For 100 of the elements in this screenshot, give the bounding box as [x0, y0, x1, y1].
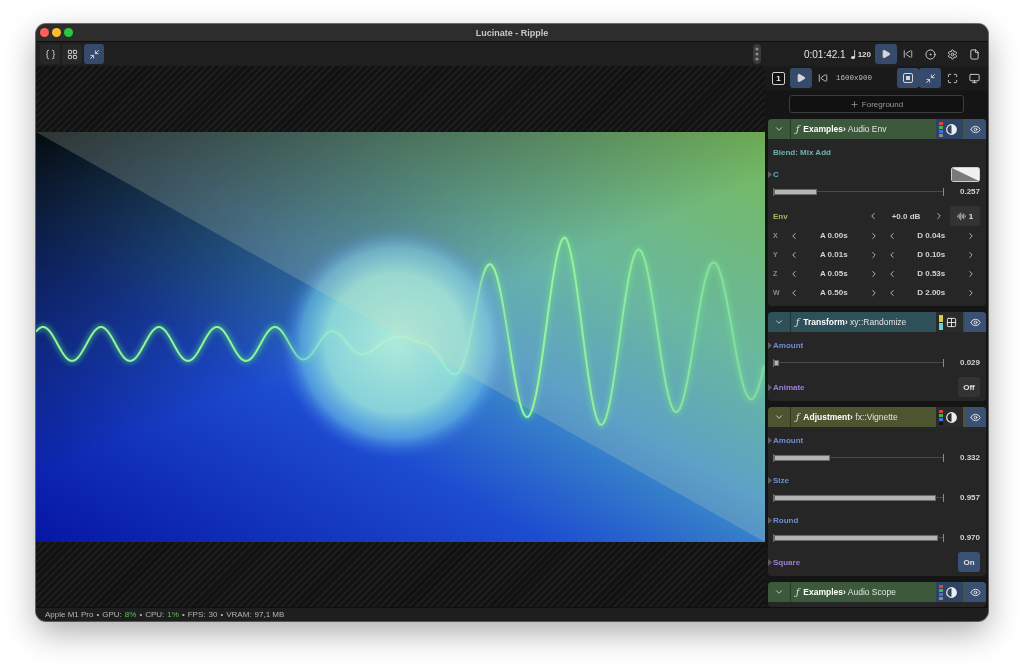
chevron-right-icon[interactable] [966, 287, 976, 298]
fit-frame-icon [903, 73, 913, 83]
param-label: Animate [773, 382, 805, 392]
play-button[interactable] [790, 68, 812, 88]
shrink-button[interactable] [84, 44, 104, 64]
param-value: 0.957 [958, 493, 980, 502]
visibility-button[interactable] [965, 407, 986, 427]
grid-icon [946, 316, 957, 328]
gradient-swatch-icon[interactable] [951, 167, 980, 182]
grid-button[interactable] [62, 44, 82, 64]
eye-icon [970, 586, 981, 598]
layer-title[interactable]: Transform› xy::Randomize [803, 317, 907, 327]
function-glyph: ƒ [796, 317, 800, 327]
layer-title[interactable]: Adjustment› fx::Vignette [803, 412, 898, 422]
status-label: FPS: [187, 610, 206, 619]
fit-button[interactable] [897, 68, 919, 88]
layer-title[interactable]: Examples› Audio Scope [803, 587, 896, 597]
visibility-button[interactable] [965, 119, 986, 139]
settings-icon[interactable] [946, 48, 958, 60]
layer-title[interactable]: Examples› Audio Env [803, 124, 887, 134]
param-label: Round [773, 516, 799, 525]
chevron-right-icon[interactable] [966, 268, 976, 279]
disclosure-triangle-icon[interactable] [768, 383, 772, 391]
param-value: 0.970 [958, 533, 980, 542]
status-value: 30 [208, 610, 218, 619]
separator-dot: • [139, 610, 143, 619]
contrast-icon [946, 123, 957, 135]
chevron-down-icon[interactable] [774, 587, 784, 597]
skip-back-icon[interactable] [903, 49, 913, 59]
chevron-down-icon[interactable] [774, 317, 784, 327]
slider-track[interactable] [773, 533, 944, 542]
param-label: Env [773, 211, 788, 221]
disclosure-triangle-icon[interactable] [768, 517, 772, 524]
chevron-left-icon[interactable] [868, 211, 878, 221]
contrast-icon [946, 586, 957, 598]
layer-mode-button[interactable] [936, 312, 963, 332]
eye-icon [970, 123, 981, 135]
close-button[interactable] [40, 28, 49, 37]
add-layer-button[interactable]: Foreground [789, 95, 964, 113]
status-value: 1% [167, 610, 179, 619]
chevron-down-icon[interactable] [774, 412, 784, 422]
shrink-icon [924, 72, 936, 84]
window-title: Lucinate - Ripple [475, 27, 549, 38]
minimize-button[interactable] [52, 28, 61, 37]
disclosure-triangle-icon[interactable] [768, 437, 772, 444]
param-label: Square [773, 557, 801, 567]
braces-icon [44, 48, 56, 60]
blend-mode-label[interactable]: Blend: Mix Add [773, 147, 831, 157]
skip-back-icon[interactable] [818, 73, 828, 83]
code-button[interactable] [40, 44, 60, 64]
tempo-value[interactable]: 120 [857, 49, 871, 59]
attack-value: A 0.01s [818, 250, 849, 259]
gain-value: +0.0 dB [890, 211, 922, 221]
toggle-button[interactable]: Off [958, 377, 980, 397]
chevron-right-icon[interactable] [966, 230, 976, 241]
function-glyph: ƒ [796, 412, 800, 422]
shrink-button[interactable] [919, 68, 941, 88]
chevron-right-icon[interactable] [966, 249, 976, 260]
attack-value: A 0.50s [818, 288, 849, 297]
decay-value: D 0.10s [916, 250, 947, 259]
visibility-button[interactable] [965, 312, 986, 332]
param-value: 0.029 [958, 358, 980, 367]
file-icon[interactable] [968, 48, 980, 60]
contrast-icon [946, 411, 957, 423]
decay-value: D 2.00s [916, 288, 947, 297]
status-label: CPU: [145, 610, 165, 619]
monitor-icon[interactable] [968, 72, 980, 84]
disclosure-triangle-icon[interactable] [768, 342, 772, 349]
fullscreen-icon[interactable] [946, 72, 958, 84]
zoom-button[interactable] [64, 28, 73, 37]
layer-mode-button[interactable] [936, 582, 963, 602]
param-label: Amount [773, 436, 804, 445]
param-label: Size [773, 476, 789, 485]
audio-channel-button[interactable]: 1 [950, 206, 980, 226]
chevron-left-icon[interactable] [789, 268, 799, 279]
waveform-icon [956, 211, 966, 221]
grid-icon [66, 48, 78, 60]
chevron-right-icon[interactable] [934, 211, 944, 221]
chevron-left-icon[interactable] [789, 287, 799, 298]
quarter-note-icon [850, 49, 856, 59]
disclosure-triangle-icon[interactable] [768, 558, 772, 566]
chevron-down-icon[interactable] [774, 124, 784, 134]
chevron-left-icon[interactable] [789, 230, 799, 241]
layer-mode-button[interactable] [936, 119, 963, 139]
separator-dot: • [220, 610, 224, 619]
disclosure-triangle-icon[interactable] [768, 171, 772, 178]
visibility-button[interactable] [965, 582, 986, 602]
record-icon[interactable] [924, 48, 936, 60]
decay-value: D 0.53s [916, 269, 947, 278]
screen-number-button[interactable]: 1 [772, 71, 785, 85]
playback-time: 0:01:42.1 [803, 48, 846, 60]
play-icon [881, 49, 891, 59]
layer-mode-button[interactable] [936, 407, 963, 427]
play-button[interactable] [875, 44, 897, 64]
chevron-left-icon[interactable] [789, 249, 799, 260]
toggle-button[interactable]: On [958, 552, 980, 572]
disclosure-triangle-icon[interactable] [768, 477, 772, 484]
attack-value: A 0.05s [818, 269, 849, 278]
slider-track[interactable] [773, 493, 944, 502]
drag-handle-icon[interactable] [753, 44, 761, 64]
